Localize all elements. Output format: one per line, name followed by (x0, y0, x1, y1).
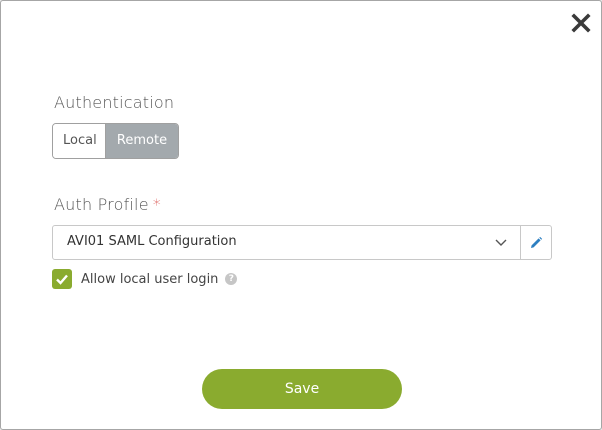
auth-settings-dialog: Authentication Local Remote Auth Profile… (0, 0, 602, 430)
save-button[interactable]: Save (202, 369, 402, 409)
auth-profile-dropdown[interactable]: AVI01 SAML Configuration (53, 226, 520, 259)
checkmark-icon (56, 274, 68, 285)
close-button[interactable] (570, 12, 592, 34)
question-circle-icon[interactable]: ? (225, 273, 238, 285)
allow-local-login-row: Allow local user login ? (52, 269, 238, 289)
local-option-button[interactable]: Local (53, 124, 106, 158)
close-icon (571, 13, 591, 33)
authentication-toggle: Local Remote (52, 123, 179, 159)
allow-local-login-checkbox[interactable] (52, 269, 72, 289)
required-marker: * (152, 195, 161, 214)
chevron-down-icon (495, 239, 507, 246)
auth-profile-label: Auth Profile * (54, 195, 161, 214)
pencil-icon (531, 236, 543, 248)
auth-profile-select: AVI01 SAML Configuration (52, 225, 552, 260)
auth-profile-label-text: Auth Profile (54, 195, 149, 214)
remote-option-button[interactable]: Remote (106, 124, 178, 158)
edit-profile-button[interactable] (520, 226, 551, 259)
allow-local-login-label: Allow local user login (81, 271, 219, 287)
auth-profile-value: AVI01 SAML Configuration (67, 234, 237, 249)
authentication-label: Authentication (54, 93, 175, 112)
